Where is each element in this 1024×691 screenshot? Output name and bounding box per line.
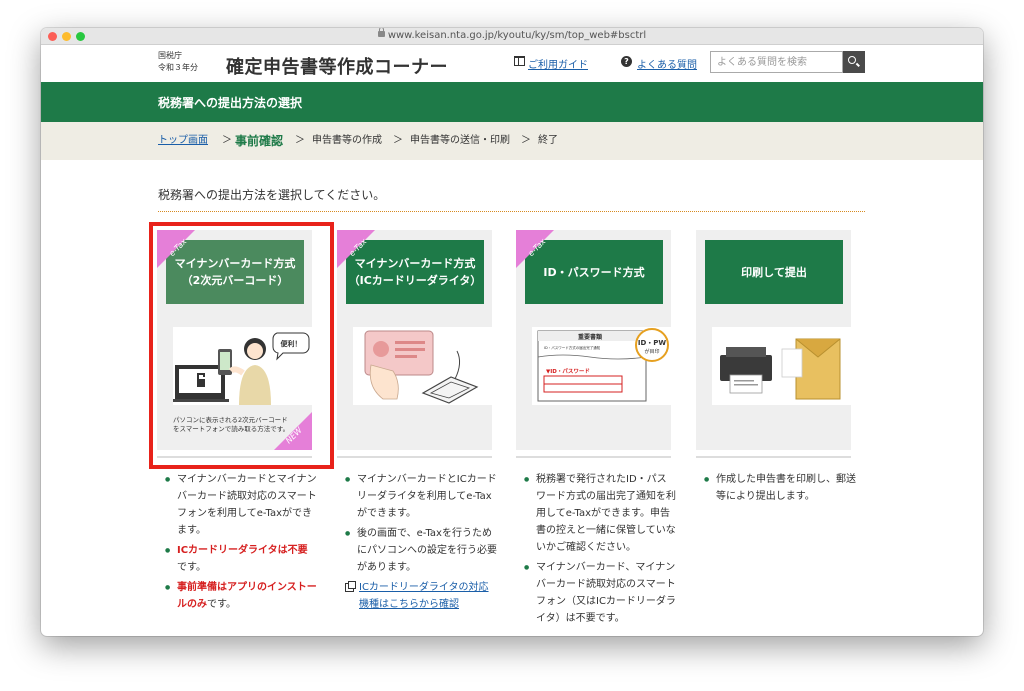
faq-search-input[interactable] — [710, 51, 843, 73]
description-list-print: 作成した申告書を印刷し、郵送等により提出します。 — [704, 471, 856, 508]
card-divider — [337, 456, 492, 458]
section-title: 税務署への提出方法の選択 — [158, 96, 303, 110]
doc-subtitle: ID・パスワード方式の届出完了通知 — [544, 345, 601, 350]
description-list-mynumber-ic: マイナンバーカードとICカードリーダライタを利用してe-Taxができます。 後の… — [345, 471, 497, 613]
option-card-mynumber-ic[interactable]: マイナンバーカード方式 （ICカードリーダライタ） e-Tax — [337, 230, 492, 450]
doc-title: 重要書類 — [578, 333, 603, 341]
book-icon — [514, 56, 525, 66]
option-card-print[interactable]: 印刷して提出 — [696, 230, 851, 450]
breadcrumb-separator: ＞ — [521, 135, 531, 146]
description-list-id-password: 税務署で発行されたID・パスワード方式の届出完了通知を利用してe-Taxができま… — [524, 471, 676, 630]
ic-card-reader-illustration — [353, 327, 492, 405]
card-title-line1: 印刷して提出 — [741, 265, 807, 279]
id-password-notice-illustration: 重要書類 ID・パスワード方式の届出完了通知 ▼ID・パスワード ID・PW が… — [532, 327, 671, 405]
address-bar[interactable]: www.keisan.nta.go.jp/kyoutu/ky/sm/top_we… — [41, 28, 983, 41]
list-item: マイナンバーカードとICカードリーダライタを利用してe-Taxができます。 — [345, 471, 497, 522]
list-item: 事前準備はアプリのインストールのみです。 — [165, 579, 317, 613]
tax-year: 令和３年分 — [158, 63, 198, 72]
browser-window: www.keisan.nta.go.jp/kyoutu/ky/sm/top_we… — [41, 28, 983, 636]
printer-envelope-illustration — [712, 327, 851, 405]
ic-reader-compat-link[interactable]: ICカードリーダライタの対応機種はこちらから確認 — [345, 579, 497, 613]
section-band: 税務署への提出方法の選択 — [41, 82, 983, 122]
divider — [158, 211, 865, 212]
option-card-id-password[interactable]: ID・パスワード方式 e-Tax 重要書類 ID・パスワード方式の届出完了通知 … — [516, 230, 671, 450]
list-item: マイナンバーカードとマイナンバーカード読取対応のスマートフォンを利用してe-Ta… — [165, 471, 317, 539]
badge-bottom: が目印 — [644, 348, 659, 355]
search-button[interactable] — [843, 51, 865, 73]
description-list-mynumber-qr: マイナンバーカードとマイナンバーカード読取対応のスマートフォンを利用してe-Ta… — [165, 471, 317, 616]
card-title[interactable]: 印刷して提出 — [705, 240, 843, 304]
breadcrumb-top-link[interactable]: トップ画面 — [158, 122, 208, 160]
breadcrumb-separator: ＞ — [222, 135, 232, 146]
faq-link[interactable]: よくある質問 — [637, 56, 697, 71]
card-divider — [696, 456, 851, 458]
card-title-line2: （ICカードリーダライタ） — [348, 274, 482, 287]
breadcrumb-separator: ＞ — [393, 135, 403, 146]
pw-label: ▼ID・パスワード — [546, 367, 590, 375]
browser-titlebar: www.keisan.nta.go.jp/kyoutu/ky/sm/top_we… — [41, 28, 983, 45]
list-item: マイナンバーカード、マイナンバーカード読取対応のスマートフォン（又はICカードリ… — [524, 559, 676, 627]
list-item: ICカードリーダライタは不要です。 — [165, 542, 317, 576]
breadcrumb-step-end: 終了 — [538, 135, 558, 146]
list-item: 後の画面で、e-Taxを行うためにパソコンへの設定を行う必要があります。 — [345, 525, 497, 576]
breadcrumb-separator: ＞ — [295, 135, 305, 146]
site-header: 国税庁 令和３年分 確定申告書等作成コーナー ご利用ガイド ? よくある質問 — [41, 45, 983, 82]
breadcrumb-current-step: 事前確認 — [235, 134, 284, 148]
url-text: www.keisan.nta.go.jp/kyoutu/ky/sm/top_we… — [387, 30, 647, 41]
org-name: 国税庁 — [158, 51, 182, 60]
site-title[interactable]: 確定申告書等作成コーナー — [226, 53, 448, 79]
list-item: 作成した申告書を印刷し、郵送等により提出します。 — [704, 471, 856, 505]
breadcrumb-step-send: 申告書等の送信・印刷 — [410, 135, 510, 146]
org-label: 国税庁 令和３年分 — [158, 50, 198, 74]
search-icon — [848, 56, 856, 64]
breadcrumb-step-create: 申告書等の作成 — [312, 135, 382, 146]
instruction-text: 税務署への提出方法を選択してください。 — [158, 188, 386, 202]
lock-icon — [377, 28, 385, 37]
breadcrumb: トップ画面 ＞ 事前確認 ＞ 申告書等の作成 ＞ 申告書等の送信・印刷 ＞ 終了 — [41, 122, 983, 160]
selection-highlight-frame — [149, 222, 334, 469]
card-divider — [516, 456, 671, 458]
usage-guide-link[interactable]: ご利用ガイド — [528, 56, 588, 71]
external-link-icon — [345, 581, 356, 592]
list-item: 税務署で発行されたID・パスワード方式の届出完了通知を利用してe-Taxができま… — [524, 471, 676, 556]
question-icon: ? — [621, 56, 632, 67]
badge-top: ID・PW — [638, 339, 667, 347]
